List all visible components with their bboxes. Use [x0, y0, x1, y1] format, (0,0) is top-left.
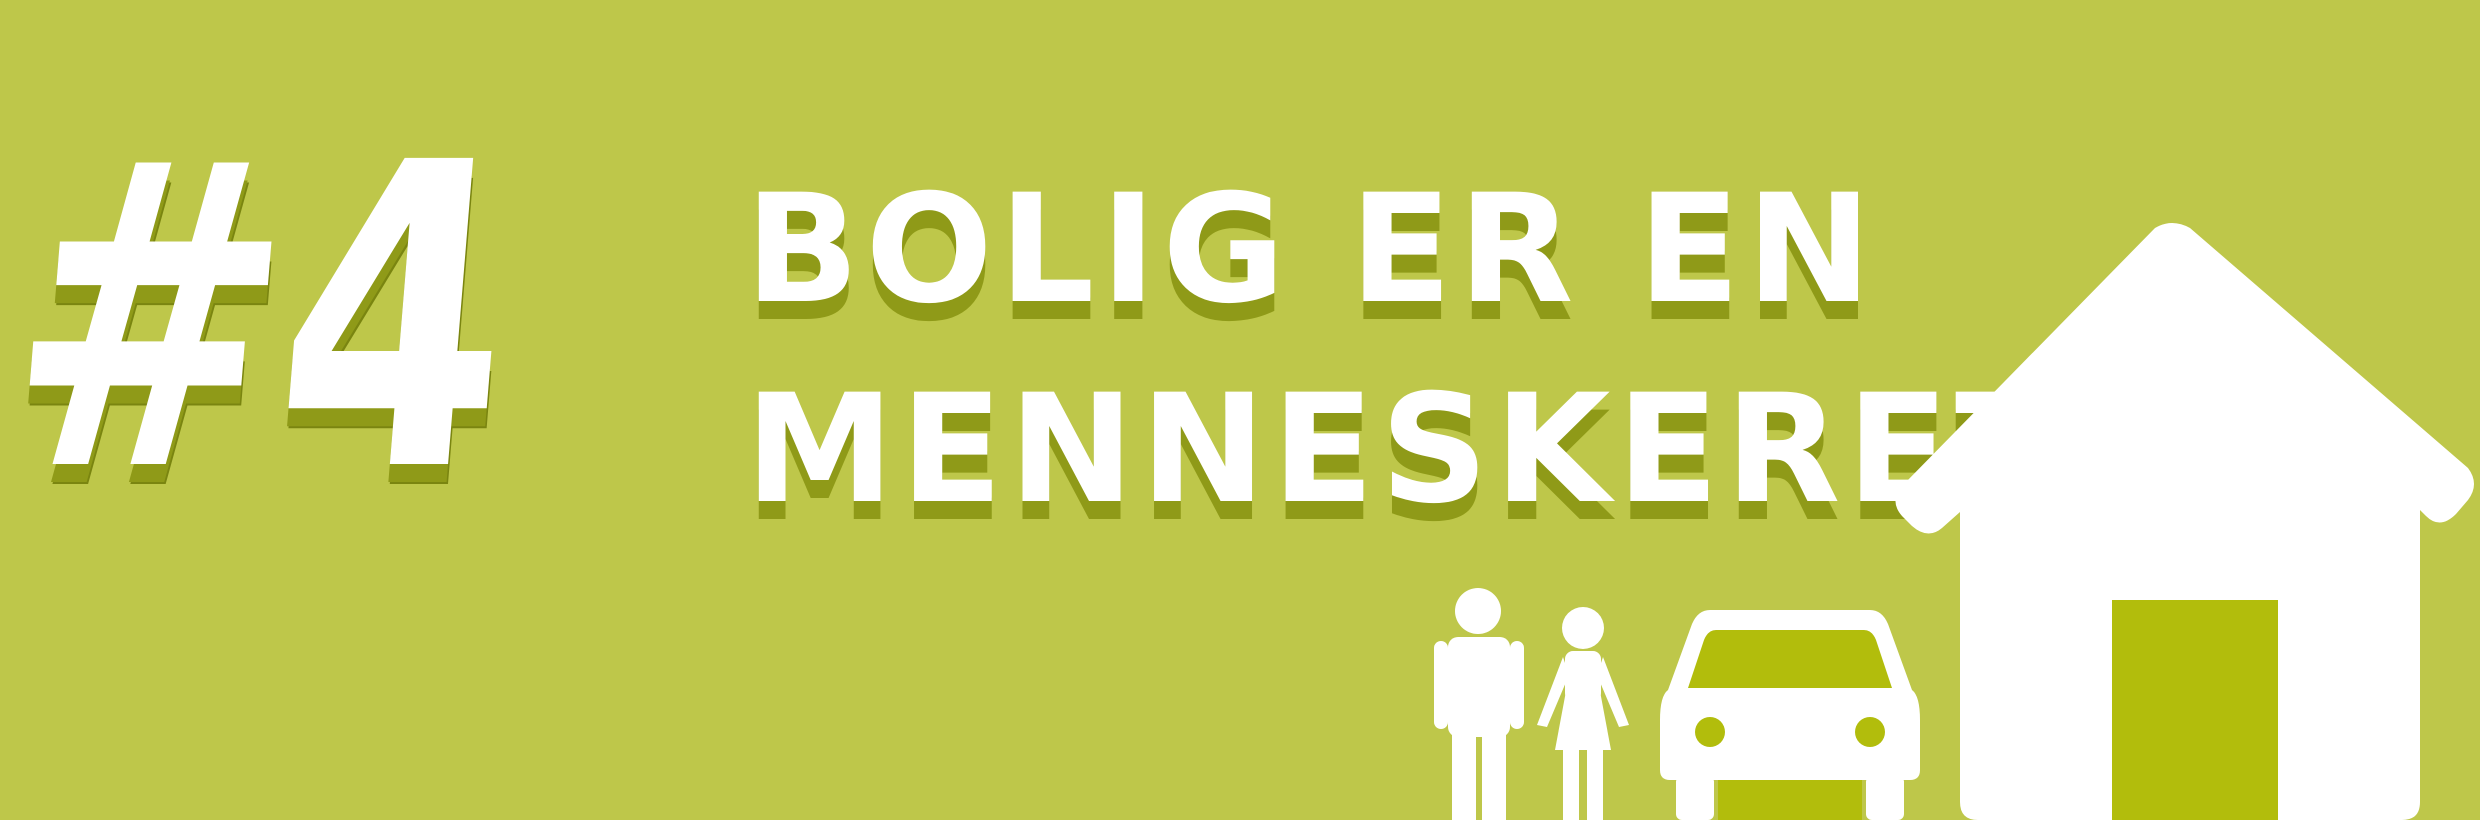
- hero-number: #4: [0, 75, 523, 564]
- banner: #4 BOLIG ER EN MENNESKERET: [0, 0, 2480, 820]
- headline-line-1: BOLIG ER EN: [745, 163, 1878, 337]
- man-icon: [1434, 588, 1524, 820]
- headline: BOLIG ER EN MENNESKERET: [745, 150, 2064, 550]
- headline-line-2: MENNESKERET: [745, 363, 2064, 537]
- woman-icon: [1537, 607, 1629, 820]
- house-icon: [1895, 223, 2474, 820]
